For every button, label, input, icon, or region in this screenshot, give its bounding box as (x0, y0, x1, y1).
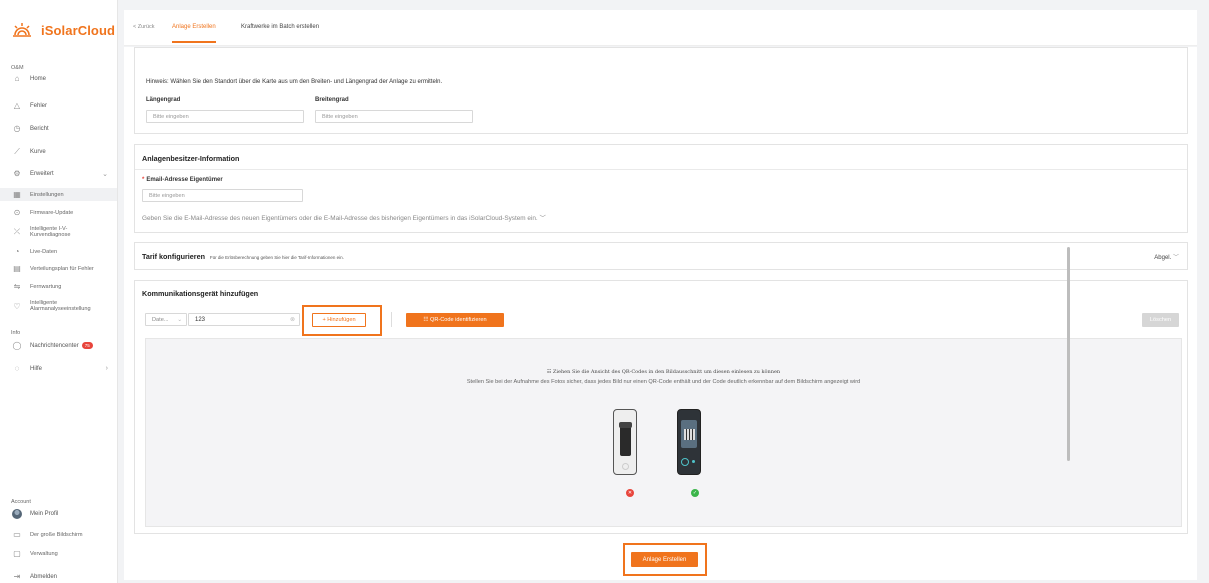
device-type-select[interactable]: Date... ⌄ (145, 313, 187, 326)
sidebar-item-fernwartung[interactable]: ⇋ Fernwartung (0, 280, 117, 293)
longitude-input[interactable]: Bitte eingeben (146, 110, 304, 123)
delete-button[interactable]: Löschen (1142, 313, 1179, 327)
wrong-mark-icon: ✕ (626, 489, 634, 497)
notification-badge: 75 (81, 342, 93, 349)
latitude-label: Breitengrad (315, 97, 349, 103)
main-content: Hinweis: Wählen Sie den Standort über di… (124, 47, 1197, 580)
sidebar-item-iv-diagnose[interactable]: ⤫ Intelligente I-V- Kurvendiagnose (0, 224, 117, 240)
section-info: Info (11, 330, 21, 336)
sidebar-item-bildschirm[interactable]: ▭ Der große Bildschirm (0, 528, 117, 541)
latitude-input[interactable]: Bitte eingeben (315, 110, 473, 123)
remote-icon: ⇋ (13, 282, 21, 291)
live-icon: ◔ (14, 247, 20, 256)
management-icon: ▢ (13, 549, 21, 558)
sidebar-item-nachrichten[interactable]: ◯ Nachrichtencenter 75 (0, 339, 117, 352)
sidebar-item-profil[interactable]: Mein Profil (0, 507, 117, 520)
sidebar-item-live[interactable]: ◔ Live-Daten (0, 245, 117, 258)
device-title: Kommunikationsgerät hinzufügen (142, 289, 259, 298)
qr-code-image (684, 429, 695, 440)
email-label: * Email-Adresse Eigentümer (142, 177, 223, 183)
sidebar-item-einstellungen[interactable]: ▦ Einstellungen (0, 188, 117, 201)
qr-icon: ☷ (423, 317, 429, 323)
correct-check-icon: ✓ (691, 489, 699, 497)
back-link[interactable]: < Zurück (133, 24, 155, 30)
home-icon: ⌂ (14, 74, 20, 83)
drop-title: ☷ Ziehen Sie die Ansicht des QR-Codes in… (546, 369, 781, 375)
warning-icon: △ (13, 101, 21, 110)
scrollbar[interactable] (1067, 247, 1070, 461)
chevron-down-icon: ⌄ (102, 171, 108, 178)
clear-icon[interactable]: ⊗ (290, 316, 295, 323)
sidebar-item-fehler[interactable]: △ Fehler (0, 99, 117, 112)
qr-icon: ☷ (546, 369, 552, 375)
chevron-down-icon: ﹀ (1172, 255, 1179, 261)
settings-grid-icon: ▦ (13, 190, 21, 199)
help-icon: ◌ (14, 364, 20, 373)
bell-icon: ◯ (12, 341, 22, 350)
location-card: Hinweis: Wählen Sie den Standort über di… (134, 47, 1188, 134)
sidebar-item-abmelden[interactable]: ⇥ Abmelden (0, 570, 117, 583)
advanced-icon: ⚙ (13, 169, 21, 178)
tariff-title: Tarif konfigurieren (142, 252, 205, 261)
wrong-example-image (613, 409, 637, 475)
section-account: Account (11, 499, 31, 505)
tab-batch-erstellen[interactable]: Kraftwerke im Batch erstellen (241, 24, 319, 30)
alarm-icon: ♡ (13, 301, 21, 311)
owner-card: Anlagenbesitzer-Information * Email-Adres… (134, 144, 1188, 233)
email-input[interactable]: Bitte eingeben (142, 189, 303, 202)
app-title: iSolarCloud (41, 22, 116, 38)
sidebar-item-hilfe[interactable]: ◌ Hilfe › (0, 362, 117, 375)
section-om: O&M (11, 65, 24, 71)
serial-number-input[interactable]: 123 ⊗ (188, 313, 300, 326)
longitude-label: Längengrad (146, 97, 181, 103)
tariff-subtitle: Für die Erlösberechnung geben Sie hier d… (209, 255, 344, 260)
sidebar-item-firmware[interactable]: ⊙ Firmware-Update (0, 206, 117, 219)
chart-icon: ⟋ (14, 146, 20, 156)
drop-instructions: Stellen Sie bei der Aufnahme des Fotos s… (466, 379, 861, 385)
chevron-down-icon: ⌄ (177, 316, 182, 323)
chevron-right-icon: › (105, 365, 108, 372)
sun-logo-icon (13, 23, 31, 37)
sidebar-item-kurve[interactable]: ⟋ Kurve (0, 145, 117, 158)
owner-note: Geben Sie die E-Mail-Adresse des neuen E… (142, 215, 546, 222)
correct-example-image (677, 409, 701, 475)
highlight-submit-button (623, 543, 707, 576)
logout-icon: ⇥ (13, 572, 21, 581)
owner-title: Anlagenbesitzer-Information (142, 154, 240, 163)
sidebar-item-home[interactable]: ⌂ Home (0, 72, 117, 85)
monitor-icon: ▭ (13, 530, 21, 539)
highlight-add-button (302, 305, 382, 336)
sidebar-item-bericht[interactable]: ◷ Bericht (0, 122, 117, 135)
device-card: Kommunikationsgerät hinzufügen Date... ⌄ … (134, 280, 1188, 534)
location-hint: Hinweis: Wählen Sie den Standort über di… (146, 79, 443, 85)
chevron-down-icon[interactable]: ﹀ (540, 215, 546, 222)
sidebar: iSolarCloud O&M ⌂ Home △ Fehler ◷ Bericht ⟋… (0, 0, 118, 583)
firmware-icon: ⊙ (13, 208, 21, 217)
report-icon: ◷ (13, 124, 21, 133)
sidebar-item-verwaltung[interactable]: ▢ Verwaltung (0, 547, 117, 560)
sidebar-item-verteilung[interactable]: ▤ Verteilungsplan für Fehler (0, 262, 117, 275)
qr-identify-button[interactable]: ☷ QR-Code identifizieren (406, 313, 504, 327)
tab-anlage-erstellen[interactable]: Anlage Erstellen (172, 24, 216, 43)
avatar (12, 508, 22, 519)
qr-drop-zone[interactable]: ☷ Ziehen Sie die Ansicht des QR-Codes in… (145, 338, 1182, 527)
diagnose-icon: ⤫ (13, 227, 21, 236)
tariff-collapse-toggle[interactable]: Abgel. ﹀ (1154, 252, 1179, 261)
plan-icon: ▤ (13, 264, 21, 273)
tariff-card[interactable]: Tarif konfigurieren Für die Erlösberechn… (134, 242, 1188, 270)
sidebar-item-erweitert[interactable]: ⚙ Erweitert ⌄ (0, 167, 117, 180)
logo: iSolarCloud (12, 22, 115, 38)
tab-bar: < Zurück Anlage Erstellen Kraftwerke im … (124, 10, 1197, 46)
sidebar-item-alarm[interactable]: ♡ Intelligente Alarmanalyseeinstellung (0, 298, 117, 314)
